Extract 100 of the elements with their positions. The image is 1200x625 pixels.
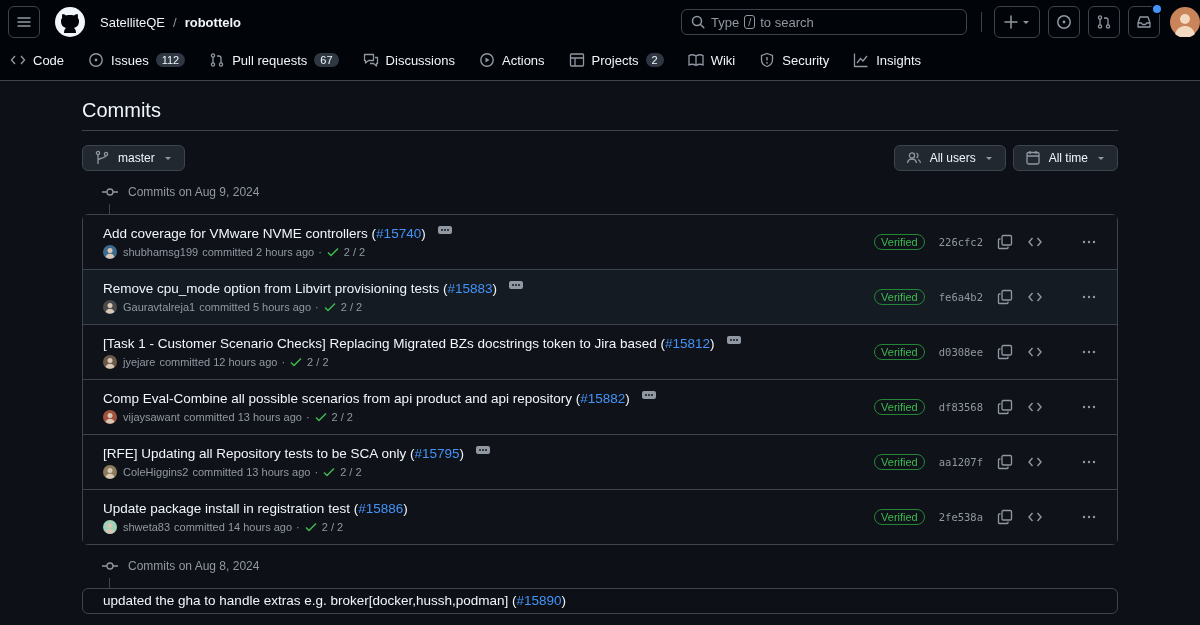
pr-link[interactable]: #15890 (516, 593, 562, 608)
repo-tab[interactable]: Wiki (685, 44, 746, 71)
create-new-button[interactable] (994, 6, 1040, 38)
author-link[interactable]: jyejare (123, 355, 156, 368)
author-link[interactable]: shweta83 (123, 520, 171, 533)
commit-title[interactable]: Comp Eval-Combine all possible scenarios from api product and api repository (#15882) (103, 390, 630, 406)
copy-icon[interactable] (997, 509, 1013, 525)
expand-description-button[interactable] (641, 391, 656, 399)
author-link[interactable]: vijaysawant (123, 410, 180, 423)
pr-link[interactable]: #15795 (414, 445, 460, 461)
repo-tab[interactable]: Insights (851, 44, 932, 71)
notification-dot (1151, 3, 1163, 15)
commit-title[interactable]: Add coverage for VMware NVME controllers (#15740) (103, 225, 426, 241)
pulls-tab-icon[interactable] (209, 52, 226, 68)
commit-sha-link[interactable]: 2fe538a (938, 511, 983, 523)
search-icon (690, 14, 706, 30)
menu-button[interactable] (8, 6, 40, 38)
repo-tab[interactable]: Actions (476, 44, 555, 71)
author-avatar-icon[interactable] (103, 519, 117, 534)
repo-tab[interactable]: Code (8, 44, 75, 71)
commit-sha-link[interactable]: aa1207f (938, 456, 983, 468)
expand-description-button[interactable] (437, 226, 452, 234)
plus-caret-icon[interactable] (1003, 14, 1031, 30)
commit-time: committed 13 hours ago (183, 410, 302, 423)
pr-link[interactable]: #15886 (358, 500, 404, 516)
commit-time: committed 14 hours ago (174, 520, 293, 533)
calendar-icon[interactable] (1024, 150, 1041, 166)
search-field[interactable]: Type / to search (681, 9, 967, 35)
filter-dropdown[interactable]: All users (893, 145, 1006, 171)
discussions-tab-icon[interactable] (362, 52, 379, 68)
commit-sha-link[interactable]: df83568 (938, 401, 983, 413)
user-avatar-icon[interactable] (1170, 7, 1200, 37)
issues-tab-icon[interactable] (88, 52, 105, 68)
commit-title[interactable]: [Task 1 - Customer Scenario Checks] Replacing Migrated BZs docstrings token to Jira based (#15812) (103, 335, 715, 351)
author-link[interactable]: ColeHiggins2 (123, 465, 189, 478)
copy-icon[interactable] (997, 399, 1013, 415)
people-icon[interactable] (905, 150, 922, 166)
author-avatar-icon[interactable] (103, 354, 117, 369)
date-heading: Commits on Aug 8, 2024 (128, 558, 260, 573)
issue-icon[interactable] (1056, 14, 1072, 30)
commit-time: committed 5 hours ago (199, 300, 312, 313)
pr-link[interactable]: #15882 (580, 390, 626, 406)
checks-count[interactable]: 2 / 2 (321, 520, 344, 533)
author-avatar-icon[interactable] (103, 464, 117, 479)
expand-description-button[interactable] (726, 336, 741, 344)
filter-dropdown[interactable]: All time (1012, 145, 1118, 171)
copy-icon[interactable] (997, 289, 1013, 305)
repo-tab[interactable]: Pull requests 67 (207, 44, 349, 71)
author-link[interactable]: Gauravtalreja1 (123, 300, 196, 313)
issues-button[interactable] (1048, 6, 1080, 38)
checks-count[interactable]: 2 / 2 (343, 245, 366, 258)
octocat-logo-icon[interactable] (54, 6, 86, 38)
commit-sha-link[interactable]: 226cfc2 (938, 236, 983, 248)
author-avatar-icon[interactable] (103, 409, 117, 424)
actions-tab-icon[interactable] (478, 52, 495, 68)
pr-link[interactable]: #15812 (665, 335, 711, 351)
branch-selector[interactable]: master (82, 145, 185, 171)
repo-tab[interactable]: Issues 112 (86, 44, 196, 71)
repo-tab[interactable]: Projects 2 (566, 44, 674, 71)
commit-title[interactable]: updated the gha to handle extras e.g. broker[docker,hussh,podman] (#15890) (103, 593, 567, 608)
inbox-button[interactable] (1128, 6, 1160, 38)
checks-count[interactable]: 2 / 2 (340, 465, 362, 478)
checks-count[interactable]: 2 / 2 (340, 300, 363, 313)
security-tab-icon[interactable] (759, 52, 776, 68)
repo-link[interactable]: robottelo (184, 14, 241, 30)
commit-title[interactable]: Remove cpu_mode option from Libvirt provisioning tests (#15883) (103, 280, 497, 296)
repo-tab[interactable]: Security (757, 44, 840, 71)
commit-row[interactable]: Update package install in registration test (#15886) shweta83 committed 14 hours ago · 2 / 2 Verified 2fe538a (83, 489, 1117, 544)
commit-time: committed 2 hours ago (202, 245, 315, 258)
meta-separator: · (318, 245, 322, 258)
projects-tab-icon[interactable] (568, 52, 585, 68)
pr-link[interactable]: #15883 (447, 280, 493, 296)
copy-icon[interactable] (997, 344, 1013, 360)
commit-row[interactable]: Remove cpu_mode option from Libvirt provisioning tests (#15883) Gauravtalreja1 committed 5 hours ago · 2 / 2 Verified fe6a4b2 (83, 269, 1117, 324)
expand-description-button[interactable] (509, 281, 523, 289)
commit-title[interactable]: Update package install in registration test (#15886) (103, 500, 408, 516)
inbox-icon[interactable] (1136, 14, 1152, 30)
date-heading: Commits on Aug 9, 2024 (128, 184, 260, 199)
author-avatar-icon[interactable] (103, 299, 117, 314)
pull-requests-button[interactable] (1088, 6, 1120, 38)
author-avatar-icon[interactable] (103, 244, 117, 259)
commit-sha-link[interactable]: fe6a4b2 (938, 291, 983, 303)
commit-sha-link[interactable]: d0308ee (938, 346, 983, 358)
pull-request-icon[interactable] (1096, 14, 1112, 30)
path-separator: / (173, 14, 177, 30)
pr-link[interactable]: #15740 (376, 225, 422, 241)
wiki-tab-icon[interactable] (687, 52, 704, 68)
checks-count[interactable]: 2 / 2 (307, 355, 329, 368)
owner-link[interactable]: SatelliteQE (100, 14, 166, 30)
expand-description-button[interactable] (475, 446, 490, 454)
commit-title[interactable]: [RFE] Updating all Repository tests to be SCA only (#15795) (103, 445, 464, 461)
branch-icon[interactable] (94, 150, 110, 166)
copy-icon[interactable] (997, 454, 1013, 470)
insights-tab-icon[interactable] (853, 52, 870, 68)
checks-count[interactable]: 2 / 2 (331, 410, 353, 423)
copy-icon[interactable] (997, 234, 1013, 250)
meta-separator: · (305, 410, 310, 423)
menu-icon[interactable] (16, 14, 32, 30)
author-link[interactable]: shubhamsg199 (123, 245, 199, 258)
repo-tab[interactable]: Discussions (360, 44, 465, 71)
